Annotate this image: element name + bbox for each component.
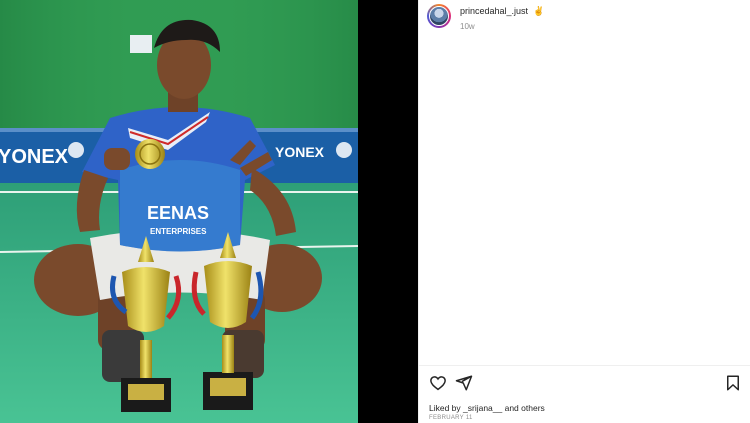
username-link[interactable]: princedahal_.just bbox=[460, 7, 528, 16]
actions-divider bbox=[419, 365, 750, 366]
profile-avatar[interactable] bbox=[427, 4, 451, 28]
post-time-ago[interactable]: 10w bbox=[460, 23, 544, 31]
username-row: princedahal_.just ✌ bbox=[460, 7, 544, 16]
svg-text:YONEX: YONEX bbox=[275, 144, 325, 160]
post-header: princedahal_.just ✌ 10w bbox=[427, 4, 544, 36]
paper-plane-icon[interactable] bbox=[455, 374, 473, 392]
post-media[interactable]: YONEX YONEX EENAS ENTERPRISES bbox=[0, 0, 418, 423]
instagram-post: YONEX YONEX EENAS ENTERPRISES princedaha… bbox=[0, 0, 750, 423]
jersey-text-sub: ENTERPRISES bbox=[150, 227, 207, 236]
banner-brand-text: YONEX bbox=[0, 146, 69, 168]
post-sidebar: princedahal_.just ✌ 10w Liked by _srijan… bbox=[418, 0, 750, 423]
post-meta: princedahal_.just ✌ 10w bbox=[460, 4, 544, 31]
post-date: FEBRUARY 11 bbox=[429, 415, 473, 421]
post-actions bbox=[429, 374, 742, 392]
jersey-text-main: EENAS bbox=[147, 203, 209, 223]
post-photo: YONEX YONEX EENAS ENTERPRISES bbox=[0, 0, 358, 423]
victory-hand-emoji: ✌ bbox=[533, 6, 545, 16]
bookmark-icon[interactable] bbox=[724, 374, 742, 392]
heart-icon[interactable] bbox=[429, 374, 447, 392]
liked-by-text[interactable]: Liked by _srijana__ and others bbox=[429, 403, 545, 413]
